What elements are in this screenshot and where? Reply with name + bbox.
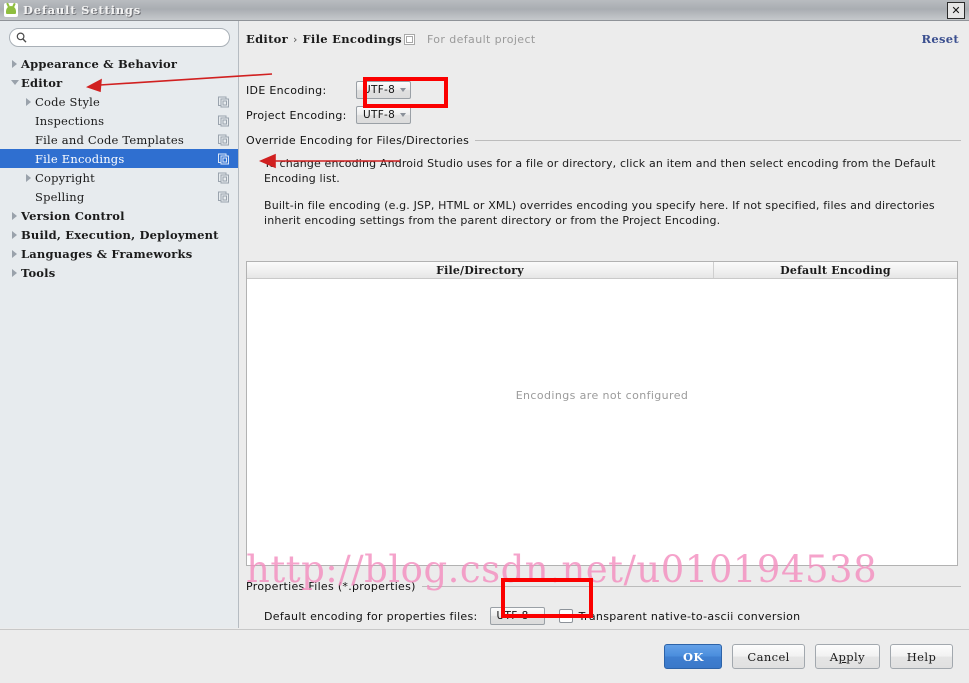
sidebar-item-label: Appearance & Behavior [21, 56, 178, 71]
close-icon[interactable]: ✕ [947, 1, 965, 19]
ide-encoding-combo[interactable]: UTF-8 [356, 81, 412, 99]
window-title: Default Settings [23, 3, 142, 17]
sidebar-item-label: Build, Execution, Deployment [21, 227, 219, 242]
properties-encoding-label: Default encoding for properties files: [264, 609, 478, 623]
sidebar-item-copyright[interactable]: Copyright [0, 168, 238, 187]
chevron-down-icon [400, 113, 407, 117]
sidebar-item-file-and-code-templates[interactable]: File and Code Templates [0, 130, 238, 149]
sidebar-item-label: Spelling [35, 189, 85, 204]
help-button[interactable]: Help [890, 644, 953, 669]
sidebar-item-label: Code Style [35, 94, 101, 109]
chevron-down-icon[interactable] [8, 80, 21, 85]
sidebar-item-label: File and Code Templates [35, 132, 184, 147]
copy-settings-icon[interactable] [218, 134, 229, 145]
chevron-right-icon[interactable] [8, 230, 21, 239]
copy-settings-icon[interactable] [218, 115, 229, 126]
search-input[interactable] [31, 31, 211, 44]
section-divider [475, 140, 961, 141]
dialog-body: Appearance & Behavior Editor Code Style Ins… [0, 21, 969, 629]
apply-label-pre: A [829, 649, 839, 664]
chevron-right-icon[interactable] [8, 59, 21, 68]
section-divider [421, 586, 961, 587]
breadcrumb-separator: › [293, 32, 298, 46]
chevron-right-icon[interactable] [22, 173, 35, 182]
description-paragraph-2: Built-in file encoding (e.g. JSP, HTML o… [264, 199, 935, 227]
sidebar-item-inspections[interactable]: Inspections [0, 111, 238, 130]
apply-label-mnemonic: p [838, 649, 847, 664]
copy-settings-icon[interactable] [218, 172, 229, 183]
cancel-button[interactable]: Cancel [732, 644, 805, 669]
sidebar-item-label: Editor [21, 75, 63, 90]
copy-settings-icon[interactable] [218, 153, 229, 164]
ide-encoding-value: UTF-8 [363, 84, 396, 96]
override-section-title: Override Encoding for Files/Directories [246, 134, 470, 147]
transparent-native-to-ascii-label: Transparent native-to-ascii conversion [578, 609, 801, 623]
encodings-table[interactable]: File/Directory Default Encoding Encoding… [246, 261, 958, 566]
apply-label-post: ply [846, 649, 865, 664]
apply-button[interactable]: Ap ply [814, 644, 880, 669]
transparent-native-to-ascii-checkbox[interactable] [558, 609, 573, 623]
chevron-right-icon[interactable] [8, 211, 21, 220]
sidebar-item-appearance-behavior[interactable]: Appearance & Behavior [0, 54, 238, 73]
project-scope-icon [403, 33, 415, 45]
sidebar-item-label: Copyright [35, 170, 95, 185]
sidebar-item-label: Version Control [21, 208, 125, 223]
ide-encoding-label: IDE Encoding: [246, 83, 327, 97]
file-encodings-pane: Editor › File Encodings For default proj… [239, 21, 969, 629]
table-header-row: File/Directory Default Encoding [247, 262, 957, 279]
project-encoding-label: Project Encoding: [246, 108, 347, 122]
breadcrumb-parent[interactable]: Editor [246, 32, 288, 46]
chevron-right-icon[interactable] [8, 268, 21, 277]
sidebar-item-languages-frameworks[interactable]: Languages & Frameworks [0, 244, 238, 263]
properties-encoding-row: Default encoding for properties files: U… [264, 607, 800, 625]
override-description: To change encoding Android Studio uses f… [264, 157, 957, 228]
properties-encoding-combo[interactable]: UTF-8 [489, 607, 545, 625]
chevron-down-icon [533, 614, 540, 618]
override-section-header: Override Encoding for Files/Directories [246, 134, 961, 147]
settings-sidebar: Appearance & Behavior Editor Code Style Ins… [0, 21, 239, 628]
sidebar-item-label: Inspections [35, 113, 105, 128]
chevron-right-icon[interactable] [8, 249, 21, 258]
description-paragraph-1: To change encoding Android Studio uses f… [264, 157, 936, 185]
properties-encoding-value: UTF-8 [496, 610, 529, 622]
sidebar-item-editor[interactable]: Editor [0, 73, 238, 92]
settings-dialog: Default Settings ✕ Appearance & Behavior… [0, 0, 969, 683]
properties-section-header: Properties Files (*.properties) [246, 580, 961, 593]
sidebar-item-build-execution-deployment[interactable]: Build, Execution, Deployment [0, 225, 238, 244]
sidebar-item-tools[interactable]: Tools [0, 263, 238, 282]
project-encoding-row: Project Encoding: UTF-8 [246, 106, 412, 124]
breadcrumb-current: File Encodings [302, 32, 402, 46]
table-empty-message: Encodings are not configured [515, 389, 689, 402]
search-wrapper [0, 21, 238, 52]
search-icon [16, 32, 27, 43]
sidebar-item-label: Tools [21, 265, 56, 280]
android-studio-icon [4, 3, 18, 17]
column-header-file-directory[interactable]: File/Directory [247, 262, 714, 278]
column-header-default-encoding[interactable]: Default Encoding [714, 262, 957, 278]
properties-section-title: Properties Files (*.properties) [246, 580, 416, 593]
sidebar-item-spelling[interactable]: Spelling [0, 187, 238, 206]
dialog-button-bar: OK Cancel Ap ply Help [0, 629, 969, 683]
ide-encoding-row: IDE Encoding: UTF-8 [246, 81, 412, 99]
sidebar-item-label: Languages & Frameworks [21, 246, 193, 261]
ok-button[interactable]: OK [664, 644, 723, 669]
breadcrumb: Editor › File Encodings For default proj… [246, 32, 536, 46]
table-body[interactable]: Encodings are not configured [247, 279, 957, 565]
chevron-right-icon[interactable] [22, 97, 35, 106]
sidebar-item-code-style[interactable]: Code Style [0, 92, 238, 111]
sidebar-item-file-encodings[interactable]: File Encodings [0, 149, 238, 168]
sidebar-item-version-control[interactable]: Version Control [0, 206, 238, 225]
project-encoding-combo[interactable]: UTF-8 [356, 106, 412, 124]
copy-settings-icon[interactable] [218, 191, 229, 202]
window-titlebar: Default Settings ✕ [0, 0, 969, 21]
search-box[interactable] [9, 28, 230, 47]
settings-tree: Appearance & Behavior Editor Code Style Ins… [0, 52, 238, 628]
breadcrumb-note: For default project [426, 32, 536, 46]
chevron-down-icon [400, 88, 407, 92]
copy-settings-icon[interactable] [218, 96, 229, 107]
reset-link[interactable]: Reset [922, 32, 959, 46]
project-encoding-value: UTF-8 [363, 109, 396, 121]
sidebar-item-label: File Encodings [35, 151, 125, 166]
